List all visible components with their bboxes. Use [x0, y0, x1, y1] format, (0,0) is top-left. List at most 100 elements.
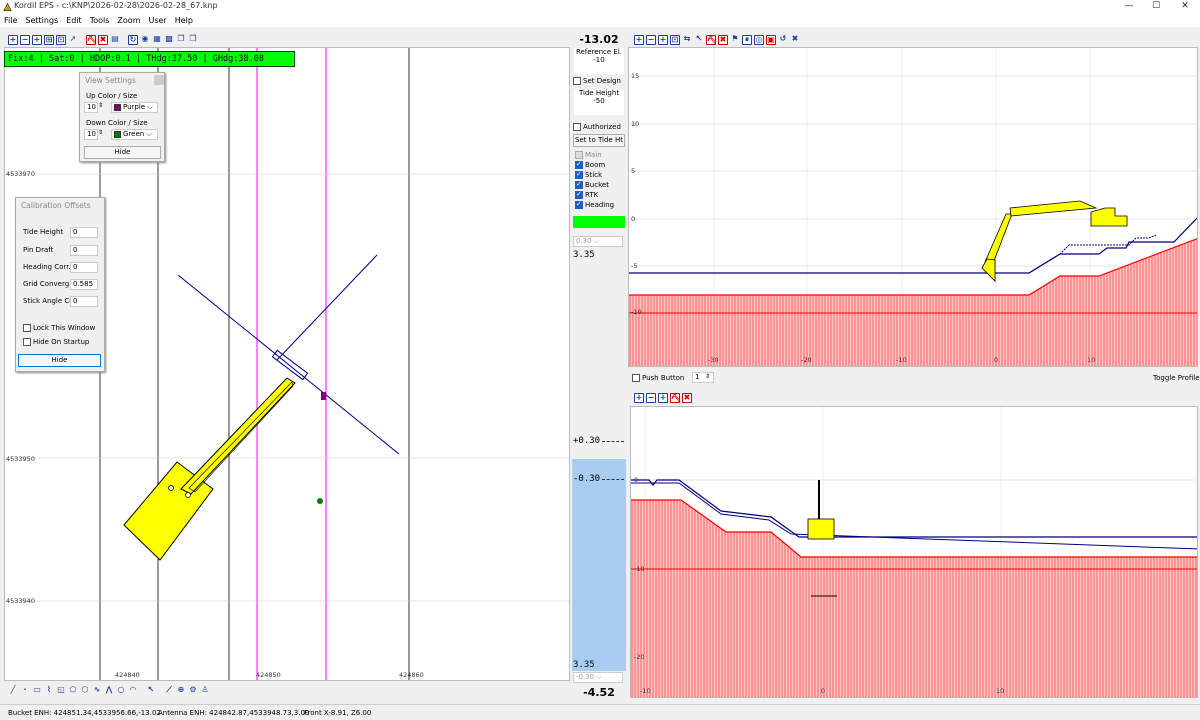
toggle-profile-link[interactable]: Toggle Profile	[1153, 374, 1200, 382]
profile-pointer-icon[interactable]: ↖	[694, 35, 704, 45]
push-count-input[interactable]: 1	[692, 372, 714, 383]
view-settings-close-icon[interactable]	[154, 75, 164, 85]
menu-edit[interactable]: Edit	[62, 14, 86, 27]
zoom-window-icon[interactable]: ⊞	[44, 35, 54, 45]
excavator-icon[interactable]: ⛏	[86, 35, 97, 45]
draw-rect-icon[interactable]: ▭	[32, 686, 42, 696]
draw-polygon-icon[interactable]: ⬠	[68, 686, 78, 696]
down-size-input[interactable]: 10	[84, 129, 98, 140]
check-rtk-box[interactable]	[575, 190, 583, 199]
draw-hex-icon[interactable]: ⬡	[80, 686, 90, 696]
down-color-select[interactable]: Green ⌵	[111, 129, 158, 140]
tolerance-select-top[interactable]: 0.30 ⌵	[573, 236, 623, 247]
check-boom[interactable]: Boom	[575, 160, 605, 169]
zoom-fit-icon[interactable]: ⊡	[56, 35, 66, 45]
set-tide-button[interactable]: Set to Tide Ht	[573, 134, 625, 147]
draw-line-icon[interactable]: ╱	[8, 686, 18, 696]
profile-stop-icon[interactable]: ✖	[718, 35, 728, 45]
draw-curve-icon[interactable]: ∿	[92, 686, 102, 696]
draw-zigzag-icon[interactable]: ⋀	[104, 686, 114, 696]
stick-angle-input[interactable]: 0	[70, 296, 98, 307]
calibration-hide-button[interactable]: Hide	[18, 354, 101, 367]
down-size-spinner-icon[interactable]: ⇕	[98, 129, 103, 136]
bottom-excavator-icon[interactable]: ⛏	[670, 393, 681, 403]
tide-height-input[interactable]: 0	[70, 227, 98, 238]
check-main-box[interactable]	[575, 151, 583, 159]
profile-zoom-extents-icon[interactable]: +	[658, 35, 668, 45]
up-size-spinner-icon[interactable]: ⇕	[98, 102, 103, 109]
menu-settings[interactable]: Settings	[21, 14, 62, 27]
draw-point-icon[interactable]: ·	[20, 686, 30, 696]
profile-zoom-out-icon[interactable]: −	[646, 35, 656, 45]
grid-red-icon[interactable]: ▩	[164, 35, 174, 45]
tide-value[interactable]: -50	[574, 97, 624, 105]
layers2-icon[interactable]: ❒	[188, 35, 198, 45]
lock-window-box[interactable]	[23, 324, 31, 332]
push-count-spinner-icon[interactable]: ⇕	[705, 373, 710, 380]
hide-startup-checkbox[interactable]: Hide On Startup	[23, 338, 89, 346]
push-button-box[interactable]	[632, 374, 640, 382]
zoom-in-icon[interactable]: +	[8, 35, 18, 45]
grid-icon[interactable]: ▦	[152, 35, 162, 45]
profile-excavator-icon[interactable]: ⛏	[706, 35, 717, 45]
check-stick-box[interactable]	[575, 170, 583, 179]
minimize-button[interactable]: —	[1114, 0, 1144, 14]
pan-icon[interactable]: ➚	[68, 35, 78, 45]
marker-icon[interactable]: ⊕	[176, 686, 186, 696]
pin-draft-input[interactable]: 0	[70, 245, 98, 256]
measure-icon[interactable]: ⟋	[164, 686, 174, 696]
profile-top-canvas[interactable]	[629, 48, 1198, 367]
zoom-out-icon[interactable]: −	[20, 35, 30, 45]
check-rtk[interactable]: RTK	[575, 190, 598, 199]
profile-bottom-canvas[interactable]	[631, 407, 1198, 698]
layers-icon[interactable]: ❐	[176, 35, 186, 45]
check-main[interactable]: Main	[575, 151, 602, 159]
menu-user[interactable]: User	[144, 14, 170, 27]
profile-close-icon[interactable]: ✖	[790, 35, 800, 45]
authorized-checkbox[interactable]: Authorized	[573, 123, 621, 131]
up-color-select[interactable]: Purple ⌵	[111, 102, 158, 113]
bottom-zoom-in-icon[interactable]: +	[634, 393, 644, 403]
settings-icon[interactable]: ⚙	[188, 686, 198, 696]
maximize-button[interactable]: ☐	[1141, 0, 1171, 14]
profile-flag-icon[interactable]: ⚑	[730, 35, 740, 45]
stop-icon[interactable]: ✖	[98, 35, 108, 45]
draw-polyline-icon[interactable]: ⌇	[44, 686, 54, 696]
check-stick[interactable]: Stick	[575, 170, 602, 179]
grid-converg-input[interactable]: 0.585	[70, 279, 98, 290]
select-icon[interactable]: ↖	[146, 686, 156, 696]
person-icon[interactable]: ♙	[200, 686, 210, 696]
profile-link-icon[interactable]: ⇆	[682, 35, 692, 45]
check-boom-box[interactable]	[575, 160, 583, 169]
profile-zoom-in-icon[interactable]: +	[634, 35, 644, 45]
view-settings-hide-button[interactable]: Hide	[84, 146, 161, 159]
push-button-checkbox[interactable]: Push Button	[632, 374, 684, 382]
profile-refresh-icon[interactable]: ↺	[778, 35, 788, 45]
lock-window-checkbox[interactable]: Lock This Window	[23, 324, 95, 332]
draw-arc-icon[interactable]: ◠	[128, 686, 138, 696]
zoom-extents-icon[interactable]: +	[32, 35, 42, 45]
check-heading-box[interactable]	[575, 200, 583, 209]
draw-circle-icon[interactable]: ○	[116, 686, 126, 696]
heading-corr-input[interactable]: 0	[70, 262, 98, 273]
menu-tools[interactable]: Tools	[86, 14, 114, 27]
authorized-box[interactable]	[573, 123, 581, 131]
bottom-zoom-out-icon[interactable]: −	[646, 393, 656, 403]
profile-zoom-window-icon[interactable]: ⊡	[670, 35, 680, 45]
bottom-stop-icon[interactable]: ✖	[682, 393, 692, 403]
menu-file[interactable]: File	[0, 14, 21, 27]
set-design-checkbox[interactable]: Set Design	[573, 77, 621, 85]
check-bucket[interactable]: Bucket	[575, 180, 609, 189]
hide-startup-box[interactable]	[23, 338, 31, 346]
close-button[interactable]: ✕	[1170, 0, 1200, 14]
check-heading[interactable]: Heading	[575, 200, 614, 209]
menu-help[interactable]: Help	[171, 14, 197, 27]
profile-pause-icon[interactable]: ⏸	[742, 35, 752, 45]
target-icon[interactable]: ◉	[140, 35, 150, 45]
set-design-box[interactable]	[573, 77, 581, 85]
print-icon[interactable]: ▤	[110, 35, 120, 45]
draw-shape-icon[interactable]: ◱	[56, 686, 66, 696]
reference-value[interactable]: -10	[574, 56, 624, 64]
profile-view-bottom[interactable]: 0 -10 -20 -10 0 10	[630, 406, 1198, 698]
bottom-zoom-extents-icon[interactable]: +	[658, 393, 668, 403]
